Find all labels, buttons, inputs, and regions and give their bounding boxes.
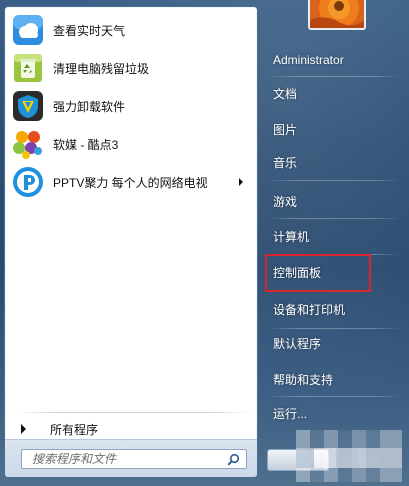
all-programs-button[interactable]: 所有程序 <box>15 418 251 440</box>
program-pptv[interactable]: PPTV聚力 每个人的网络电视 <box>5 163 257 201</box>
program-label: 清理电脑残留垃圾 <box>53 61 150 76</box>
blurred-region <box>296 448 402 468</box>
all-programs-label: 所有程序 <box>50 422 99 437</box>
start-menu: 查看实时天气 清理电脑残留垃圾 强力卸载软件 软媒 - 酷点3 PPTV聚力 每… <box>0 0 409 486</box>
program-label: 强力卸载软件 <box>53 99 126 114</box>
program-label: 查看实时天气 <box>53 23 126 38</box>
help-support-link[interactable]: 帮助和支持 <box>268 366 398 394</box>
computer-link[interactable]: 计算机 <box>268 223 398 251</box>
programs-pane: 查看实时天气 清理电脑残留垃圾 强力卸载软件 软媒 - 酷点3 PPTV聚力 每… <box>4 6 258 478</box>
weather-cloud-icon <box>12 14 44 46</box>
run-link[interactable]: 运行... <box>268 400 398 428</box>
devices-printers-link[interactable]: 设备和打印机 <box>268 296 398 324</box>
separator <box>15 412 253 413</box>
submenu-arrow-icon[interactable] <box>239 178 243 186</box>
search-area <box>5 439 257 477</box>
pictures-link[interactable]: 图片 <box>268 116 398 144</box>
pinned-programs-list: 查看实时天气 清理电脑残留垃圾 强力卸载软件 软媒 - 酷点3 PPTV聚力 每… <box>5 11 257 201</box>
default-programs-link[interactable]: 默认程序 <box>268 330 398 358</box>
pptv-icon <box>12 166 44 198</box>
divider <box>268 328 400 329</box>
highlight-box <box>265 254 371 292</box>
divider <box>268 180 400 181</box>
program-weather[interactable]: 查看实时天气 <box>5 11 257 49</box>
program-label: PPTV聚力 每个人的网络电视 <box>53 175 208 190</box>
divider <box>268 76 400 77</box>
search-icon[interactable] <box>227 453 240 466</box>
program-cleaner[interactable]: 清理电脑残留垃圾 <box>5 49 257 87</box>
games-link[interactable]: 游戏 <box>268 188 398 216</box>
triangle-right-icon <box>21 424 26 434</box>
divider <box>268 218 400 219</box>
user-name-link[interactable]: Administrator <box>268 46 398 74</box>
program-label: 软媒 - 酷点3 <box>53 137 119 152</box>
user-picture[interactable] <box>308 0 366 30</box>
control-panel-link[interactable]: 控制面板 <box>265 254 398 292</box>
uninstall-shield-icon <box>12 90 44 122</box>
colorful-dots-icon <box>12 128 44 160</box>
recycle-bin-icon <box>12 52 44 84</box>
music-link[interactable]: 音乐 <box>268 149 398 177</box>
places-pane: Administrator 文档 图片 音乐 游戏 计算机 控制面板 设备和打印… <box>260 0 409 486</box>
search-input[interactable] <box>22 450 222 468</box>
program-kudian[interactable]: 软媒 - 酷点3 <box>5 125 257 163</box>
divider <box>268 396 400 397</box>
program-uninstaller[interactable]: 强力卸载软件 <box>5 87 257 125</box>
search-box[interactable] <box>21 449 247 469</box>
documents-link[interactable]: 文档 <box>268 80 398 108</box>
